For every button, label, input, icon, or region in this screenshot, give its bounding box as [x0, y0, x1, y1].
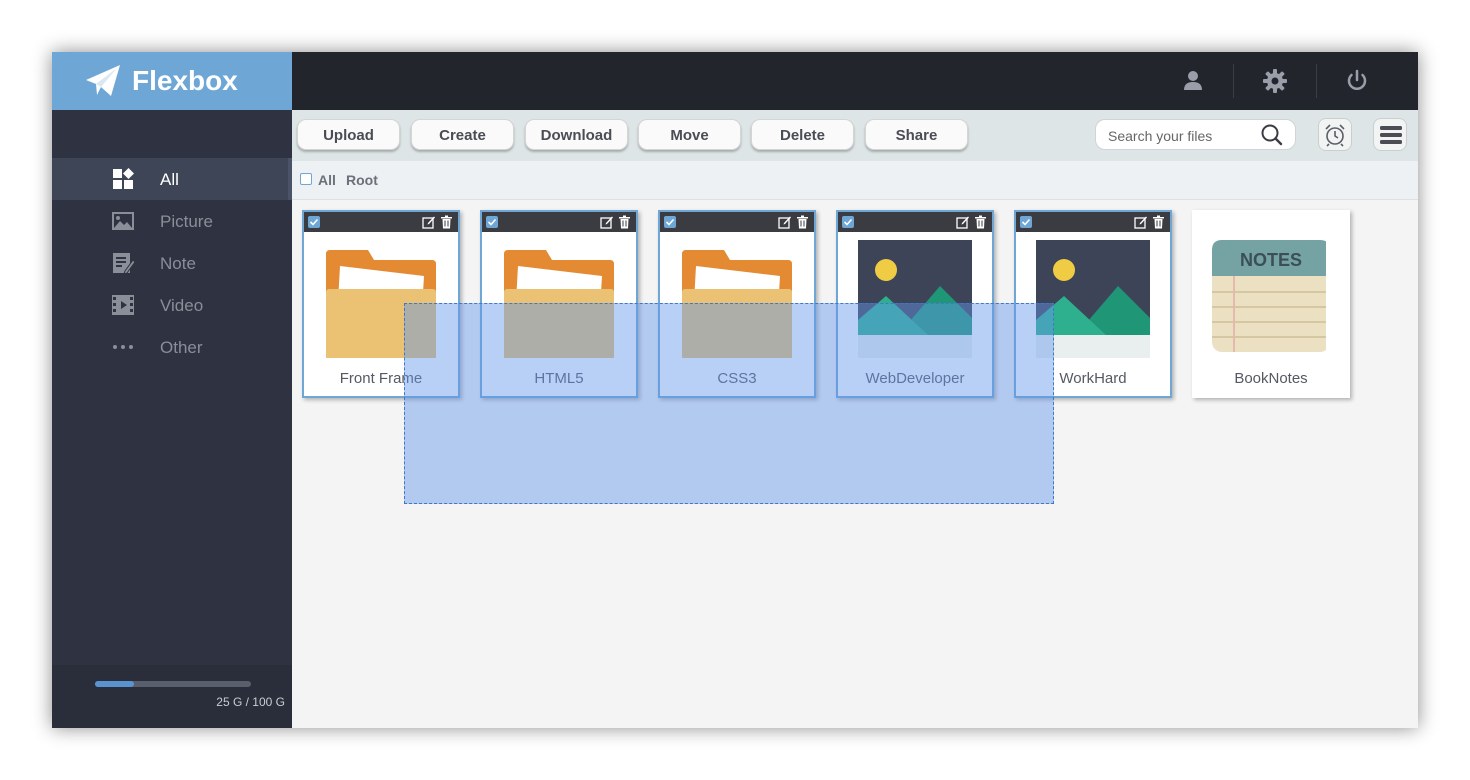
sidebar-item-label: Picture	[160, 212, 213, 231]
card-toolbar	[304, 212, 458, 232]
sidebar-item-video[interactable]: Video	[52, 284, 292, 326]
sidebar-item-label: Note	[160, 254, 196, 273]
delete-button[interactable]: Delete	[751, 119, 854, 150]
trash-icon[interactable]	[796, 215, 809, 229]
gear-icon[interactable]	[1260, 66, 1290, 96]
hamburger-icon	[1380, 126, 1402, 144]
app-name: Flexbox	[132, 65, 238, 96]
checkbox-checked-icon[interactable]	[664, 216, 676, 228]
trash-icon[interactable]	[440, 215, 453, 229]
breadcrumb: All Root	[292, 161, 1418, 200]
grid-icon	[113, 168, 134, 189]
storage-bar	[95, 681, 251, 687]
alarm-clock-icon	[1325, 124, 1345, 147]
file-card-booknotes[interactable]: NOTES BookNotes	[1192, 210, 1350, 398]
checkbox-checked-icon[interactable]	[308, 216, 320, 228]
note-icon	[113, 253, 134, 274]
top-bar	[292, 52, 1418, 110]
notes-thumbnail-icon: NOTES	[1212, 240, 1326, 352]
edit-icon[interactable]	[1134, 215, 1148, 229]
more-icon	[113, 345, 133, 349]
sidebar-item-label: All	[160, 170, 179, 189]
breadcrumb-root[interactable]: Root	[346, 172, 378, 188]
toolbar: Upload Create Download Move Delete Share	[292, 110, 1418, 161]
edit-icon[interactable]	[422, 215, 436, 229]
logo[interactable]: Flexbox	[52, 52, 292, 110]
edit-icon[interactable]	[600, 215, 614, 229]
edit-icon[interactable]	[956, 215, 970, 229]
picture-icon	[112, 212, 134, 230]
sidebar: Flexbox All Picture Note Video Other 25 …	[52, 52, 292, 728]
trash-icon[interactable]	[1152, 215, 1165, 229]
storage-label: 25 G / 100 G	[216, 695, 285, 709]
upload-button[interactable]: Upload	[297, 119, 400, 150]
trash-icon[interactable]	[974, 215, 987, 229]
card-toolbar	[482, 212, 636, 232]
share-button[interactable]: Share	[865, 119, 968, 150]
trash-icon[interactable]	[618, 215, 631, 229]
app-window: Flexbox All Picture Note Video Other 25 …	[52, 52, 1418, 728]
checkbox-checked-icon[interactable]	[842, 216, 854, 228]
create-button[interactable]: Create	[411, 119, 514, 150]
paper-plane-icon	[86, 65, 120, 96]
video-icon	[112, 295, 134, 315]
user-icon[interactable]	[1178, 66, 1208, 96]
storage-bar-fill	[95, 681, 134, 687]
search-icon[interactable]	[1260, 124, 1284, 146]
menu-button[interactable]	[1373, 118, 1407, 151]
select-all-checkbox[interactable]	[300, 173, 312, 185]
selection-marquee	[404, 303, 1054, 504]
sidebar-item-note[interactable]: Note	[52, 242, 292, 284]
notes-thumb-label: NOTES	[1240, 250, 1302, 270]
card-toolbar	[1016, 212, 1170, 232]
checkbox-checked-icon[interactable]	[1020, 216, 1032, 228]
alarm-button[interactable]	[1318, 118, 1352, 151]
card-toolbar	[838, 212, 992, 232]
sidebar-item-other[interactable]: Other	[52, 326, 292, 368]
card-toolbar	[660, 212, 814, 232]
sidebar-item-picture[interactable]: Picture	[52, 200, 292, 242]
edit-icon[interactable]	[778, 215, 792, 229]
sidebar-item-label: Other	[160, 338, 203, 357]
move-button[interactable]: Move	[638, 119, 741, 150]
select-all-label[interactable]: All	[318, 172, 336, 188]
storage-usage: 25 G / 100 G	[52, 665, 292, 728]
search-input[interactable]	[1106, 126, 1260, 146]
divider	[1316, 64, 1317, 98]
sidebar-item-label: Video	[160, 296, 204, 315]
download-button[interactable]: Download	[525, 119, 628, 150]
file-name: BookNotes	[1234, 370, 1308, 387]
divider	[1233, 64, 1234, 98]
power-icon[interactable]	[1342, 66, 1372, 96]
search-box	[1095, 119, 1296, 150]
checkbox-checked-icon[interactable]	[486, 216, 498, 228]
sidebar-item-all[interactable]: All	[52, 158, 292, 200]
sidebar-nav: All Picture Note Video Other	[52, 158, 292, 368]
